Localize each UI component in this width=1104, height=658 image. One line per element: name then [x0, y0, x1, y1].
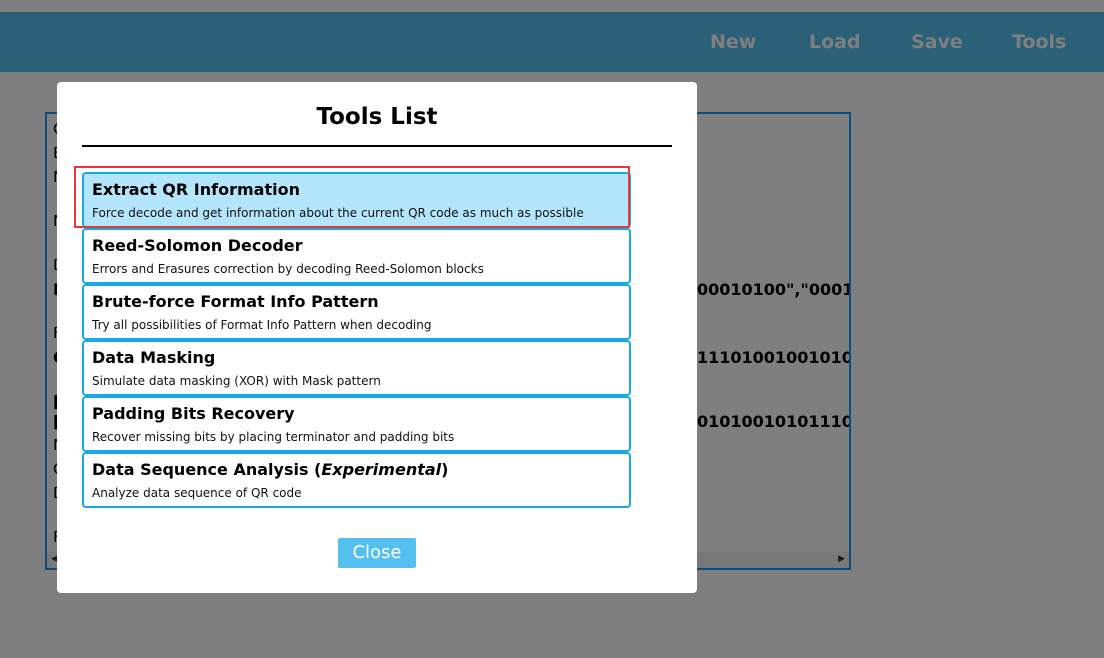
tool-title: Data Sequence Analysis (Experimental)	[92, 460, 448, 479]
tool-title: Data Masking	[92, 348, 216, 367]
tool-item-data-masking[interactable]: Data Masking Simulate data masking (XOR)…	[82, 340, 631, 396]
tool-description: Errors and Erasures correction by decodi…	[92, 262, 484, 276]
close-button[interactable]: Close	[338, 538, 416, 568]
tools-list-modal: Tools List Extract QR Information Force …	[57, 82, 697, 593]
tool-title: Brute-force Format Info Pattern	[92, 292, 379, 311]
tool-title: Padding Bits Recovery	[92, 404, 295, 423]
tool-description: Try all possibilities of Format Info Pat…	[92, 318, 432, 332]
tool-title-suffix: )	[441, 460, 449, 479]
tool-item-extract-qr-information[interactable]: Extract QR Information Force decode and …	[82, 172, 631, 228]
tool-title-main: Data Sequence Analysis (	[92, 460, 322, 479]
tool-item-padding-bits-recovery[interactable]: Padding Bits Recovery Recover missing bi…	[82, 396, 631, 452]
tool-description: Analyze data sequence of QR code	[92, 486, 302, 500]
modal-title: Tools List	[316, 104, 438, 130]
tool-title: Extract QR Information	[92, 180, 300, 199]
tool-item-data-sequence-analysis[interactable]: Data Sequence Analysis (Experimental) An…	[82, 452, 631, 508]
tool-title: Reed-Solomon Decoder	[92, 236, 303, 255]
tool-item-brute-force-format-info[interactable]: Brute-force Format Info Pattern Try all …	[82, 284, 631, 340]
tool-description: Simulate data masking (XOR) with Mask pa…	[92, 374, 381, 388]
tool-description: Recover missing bits by placing terminat…	[92, 430, 455, 444]
title-divider	[82, 145, 672, 147]
tool-description: Force decode and get information about t…	[92, 206, 584, 220]
tool-item-reed-solomon-decoder[interactable]: Reed-Solomon Decoder Errors and Erasures…	[82, 228, 631, 284]
tool-title-italic: Experimental	[321, 460, 442, 479]
